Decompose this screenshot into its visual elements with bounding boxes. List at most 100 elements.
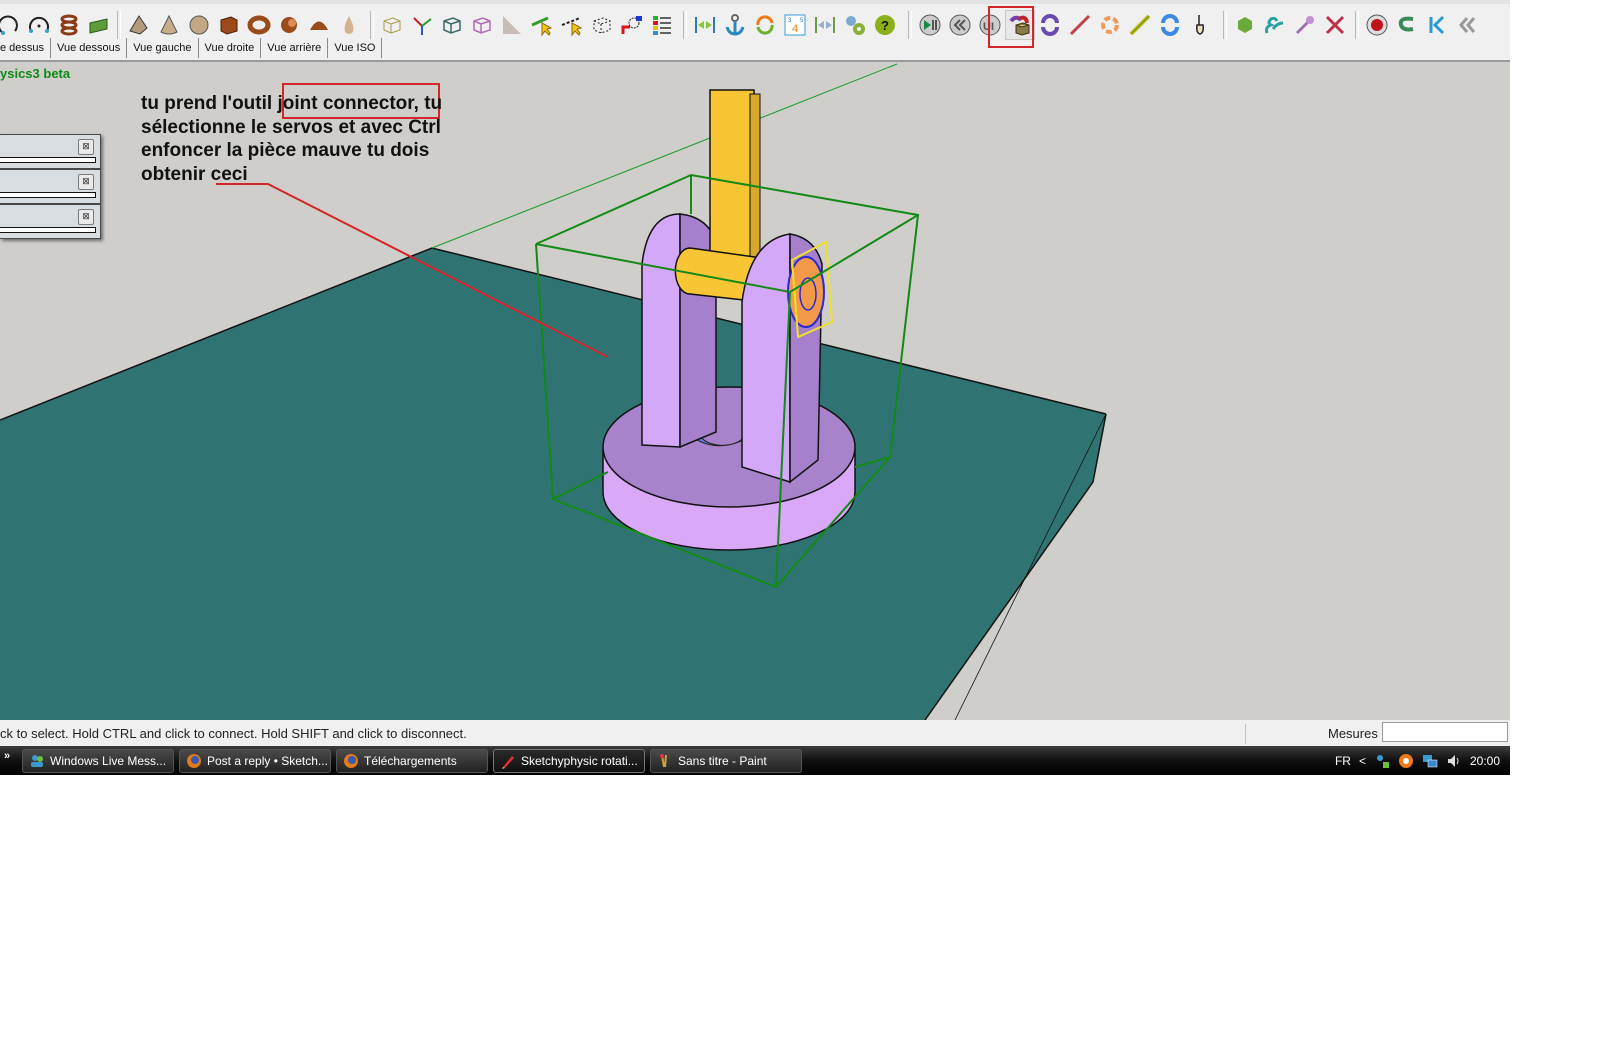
anchor-icon[interactable] (720, 10, 750, 40)
play-pause-icon[interactable] (915, 10, 945, 40)
stretch-icon[interactable] (810, 10, 840, 40)
dome-icon[interactable] (304, 10, 334, 40)
tube-icon[interactable] (274, 10, 304, 40)
panel-slider[interactable] (0, 192, 96, 198)
left-pillar-front (641, 213, 681, 448)
messenger-icon (31, 755, 43, 767)
delete-x-icon[interactable] (1320, 10, 1350, 40)
pyramid-icon[interactable] (124, 10, 154, 40)
toolbar-separator (683, 11, 687, 39)
taskbar-item-paint[interactable]: Sans titre - Paint (650, 749, 802, 773)
rotate-purple-icon[interactable] (1035, 10, 1065, 40)
annotation-text-part: , tu (413, 93, 443, 114)
taskbar-overflow-button[interactable]: » (4, 750, 10, 762)
taskbar-item-firefox-downloads[interactable]: Téléchargements (336, 749, 488, 773)
piston-icon[interactable] (1125, 10, 1155, 40)
clock[interactable]: 20:00 (1470, 754, 1500, 768)
annotation-text-part: tu prend l'outil (141, 93, 278, 114)
hidden-box-icon[interactable] (467, 10, 497, 40)
taskbar-item-label: Téléchargements (364, 754, 457, 768)
language-indicator[interactable]: FR (1335, 754, 1351, 768)
slider-line-icon[interactable] (1065, 10, 1095, 40)
yellow-arm-side (749, 93, 761, 271)
close-icon[interactable]: ⊠ (78, 209, 94, 225)
antivirus-icon[interactable] (1398, 753, 1414, 769)
toolbar-separator (370, 11, 374, 39)
hand-pointer-icon[interactable] (1185, 10, 1215, 40)
arc-icon[interactable] (0, 10, 24, 40)
3d-viewport[interactable]: ysics3 beta ⊠ ⊠ ⊠ tu prend l'outil joint… (0, 60, 1510, 720)
collapse-icon[interactable] (1452, 10, 1482, 40)
torus-icon[interactable] (244, 10, 274, 40)
svg-text:4: 4 (792, 23, 798, 35)
axes-icon[interactable] (407, 10, 437, 40)
paint-icon (660, 754, 667, 768)
toolbar-separator (117, 11, 121, 39)
view-tab-top[interactable]: e dessus (0, 38, 52, 58)
number-grid-icon[interactable]: 345 (780, 10, 810, 40)
tray-expand-button[interactable]: < (1359, 754, 1366, 768)
drop-icon[interactable] (334, 10, 364, 40)
shading-icon[interactable] (497, 10, 527, 40)
taskbar-item-label: Sans titre - Paint (678, 754, 767, 768)
record-icon[interactable] (1362, 10, 1392, 40)
view-tab-bottom[interactable]: Vue dessous (51, 38, 128, 58)
xray-box-icon[interactable] (437, 10, 467, 40)
toolbar-group-record (1352, 10, 1482, 40)
arc-3pt-icon[interactable] (24, 10, 54, 40)
taskbar-item-firefox-post[interactable]: Post a reply • Sketch... (179, 749, 331, 773)
select-edge-icon[interactable] (527, 10, 557, 40)
annotation-line-3: enfoncer la pièce mauve tu dois (141, 140, 430, 161)
taskbar-item-messenger[interactable]: Windows Live Mess... (22, 749, 174, 773)
taskbar-item-label: Sketchyphysic rotati... (521, 754, 638, 768)
status-bar: ck to select. Hold CTRL and click to con… (0, 720, 1510, 746)
view-tab-back[interactable]: Vue arrière (261, 38, 329, 58)
panel-slider[interactable] (0, 157, 96, 163)
cone-icon[interactable] (154, 10, 184, 40)
annotation-highlighted-term: joint connector (277, 93, 414, 114)
network-icon[interactable] (1422, 753, 1438, 769)
view-tab-right[interactable]: Vue droite (199, 38, 262, 58)
floating-panel-2: ⊠ (0, 169, 101, 204)
rewind-icon[interactable] (945, 10, 975, 40)
first-icon[interactable] (1422, 10, 1452, 40)
texture-position-icon[interactable] (617, 10, 647, 40)
gears-icon[interactable] (840, 10, 870, 40)
wireframe-box-icon[interactable] (377, 10, 407, 40)
taskbar-item-sketchup[interactable]: Sketchyphysic rotati... (493, 749, 645, 773)
help-icon[interactable]: ? (870, 10, 900, 40)
plugin-label: ysics3 beta (0, 66, 71, 81)
toolbar-group-view-style (367, 10, 677, 40)
joint-connector-icon[interactable] (1005, 10, 1035, 40)
view-tab-left[interactable]: Vue gauche (127, 38, 199, 58)
measurements-input[interactable] (1382, 722, 1508, 742)
green-gear-icon[interactable] (1230, 10, 1260, 40)
annotation-line-2: sélectionne le servos et avec Ctrl (141, 116, 441, 138)
pin-icon[interactable] (1290, 10, 1320, 40)
close-icon[interactable]: ⊠ (78, 139, 94, 155)
helix-icon[interactable] (54, 10, 84, 40)
taskbar-item-label: Post a reply • Sketch... (207, 754, 328, 768)
volume-icon[interactable] (1446, 753, 1462, 769)
dimension-icon[interactable] (690, 10, 720, 40)
select-dashed-icon[interactable] (557, 10, 587, 40)
view-tab-iso[interactable]: Vue ISO (328, 38, 383, 58)
floating-panel-3: ⊠ (0, 204, 101, 239)
cube-icon[interactable] (214, 10, 244, 40)
ui-icon[interactable]: UI (975, 10, 1005, 40)
rotate-blue-icon[interactable] (1155, 10, 1185, 40)
orange-ring-icon[interactable] (1095, 10, 1125, 40)
spring-icon[interactable] (1260, 10, 1290, 40)
loop-arrow-icon[interactable] (1392, 10, 1422, 40)
layers-list-icon[interactable] (647, 10, 677, 40)
annotation-line-4: obtenir ceci (141, 163, 501, 187)
sphere-icon[interactable] (184, 10, 214, 40)
firefox-icon (344, 754, 358, 768)
annotation-underlined-term: ceci (210, 163, 248, 185)
panel-slider[interactable] (0, 227, 96, 233)
dashed-box-icon[interactable] (587, 10, 617, 40)
refresh-icon[interactable] (750, 10, 780, 40)
ramp-icon[interactable] (84, 10, 114, 40)
close-icon[interactable]: ⊠ (78, 174, 94, 190)
messenger-status-icon[interactable] (1374, 753, 1390, 769)
